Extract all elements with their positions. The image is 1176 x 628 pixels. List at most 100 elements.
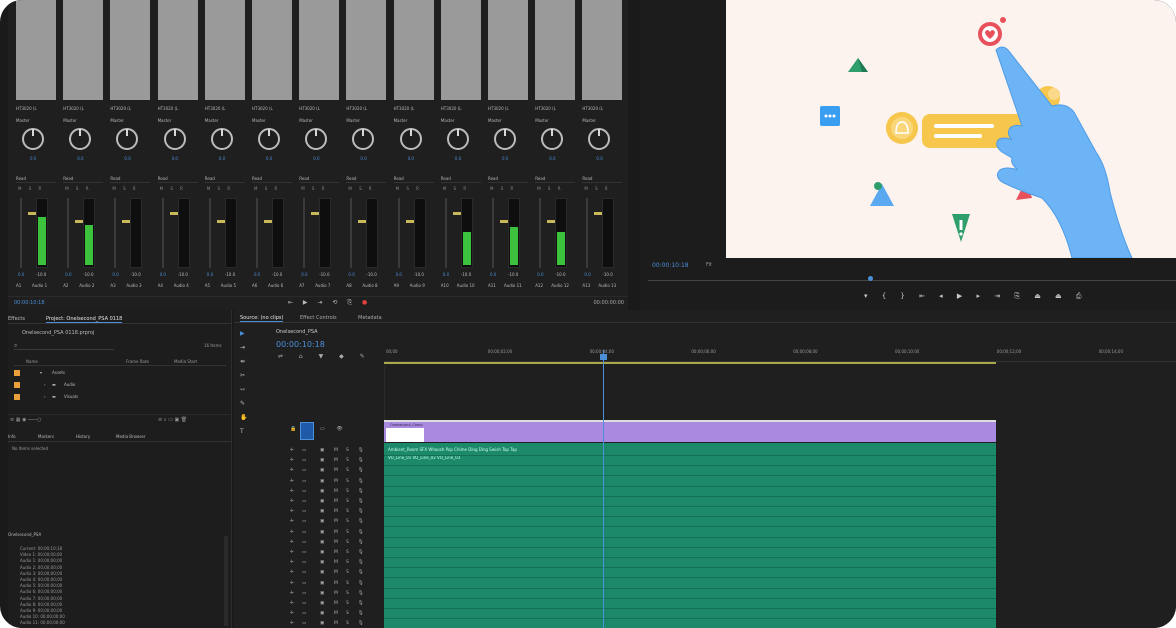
strip-input-select[interactable]: HT3020 (L [346, 106, 386, 112]
microphone-icon[interactable]: 🎙 [358, 519, 364, 524]
mute-button[interactable]: M [334, 601, 338, 606]
pan-value[interactable]: 0.0 [124, 156, 130, 161]
sync-lock-icon[interactable]: ▭ [302, 499, 306, 504]
new-item-icon[interactable]: ≡ ⌕ ▭ ▣ 🗑 [158, 417, 187, 423]
track-toggle-icon[interactable]: ▣ [320, 601, 324, 606]
strip-input-select[interactable]: HT3020 (L [535, 106, 575, 112]
automation-select[interactable]: Read [346, 176, 387, 183]
pan-knob[interactable] [305, 128, 328, 150]
volume-fader[interactable] [114, 198, 133, 268]
record-icon[interactable]: ● [362, 299, 371, 306]
microphone-icon[interactable]: 🎙 [358, 581, 364, 586]
lock-icon[interactable]: ✛ [290, 489, 294, 494]
sync-lock-icon[interactable]: ▭ [302, 530, 306, 535]
sync-lock-icon[interactable]: ▭ [302, 601, 306, 606]
pan-value[interactable]: 0.0 [596, 156, 602, 161]
timeline-timecode[interactable]: 00:00:10:18 [276, 340, 325, 349]
pan-value[interactable]: 0.0 [313, 156, 319, 161]
strip-output-select[interactable]: Master [63, 118, 103, 124]
lock-icon[interactable]: ✛ [290, 601, 294, 606]
col-frame-rate[interactable]: Frame Rate [126, 359, 149, 364]
volume-value[interactable]: 0.0 [396, 272, 402, 277]
audio-clips[interactable]: Ambient_Room SFX Whoosh Pop Chime Ding D… [384, 443, 996, 628]
chevron-down-icon[interactable]: ▾ [40, 370, 42, 375]
mixer-transport-controls[interactable]: ⇤ ▶ ⇥ ⟲ ⎘ ● [288, 299, 371, 307]
automation-select[interactable]: Read [16, 176, 56, 183]
track-toggle-icon[interactable]: ▣ [320, 489, 324, 494]
lock-icon[interactable]: ✛ [290, 458, 294, 463]
volume-value[interactable]: 0.0 [65, 272, 71, 277]
pan-value[interactable]: 0.0 [77, 156, 83, 161]
strip-input-select[interactable]: HT3020 (L [63, 106, 103, 112]
mute-solo-record-buttons[interactable]: M S R [254, 186, 290, 194]
fit-dropdown[interactable]: Fit [706, 262, 712, 268]
lock-icon[interactable]: ✛ [290, 621, 294, 626]
tab-source[interactable]: Source: (no clips) [240, 315, 284, 322]
microphone-icon[interactable]: 🎙 [358, 560, 364, 565]
solo-button[interactable]: S [346, 489, 349, 494]
chevron-right-icon[interactable]: › [44, 394, 46, 399]
automation-select[interactable]: Read [299, 176, 340, 183]
lock-icon[interactable]: ✛ [290, 468, 294, 473]
lock-icon[interactable]: ✛ [290, 519, 294, 524]
mute-solo-record-buttons[interactable]: M S R [537, 186, 573, 194]
list-item[interactable]: › ▬ Audio [14, 380, 226, 391]
lock-icon[interactable]: ✛ [290, 591, 294, 596]
mute-solo-record-buttons[interactable]: M S R [112, 186, 148, 194]
col-name[interactable]: Name [26, 359, 38, 364]
sync-lock-icon[interactable]: ▭ [302, 519, 306, 524]
strip-output-select[interactable]: Master [158, 118, 198, 124]
volume-fader[interactable] [67, 198, 86, 268]
sync-lock-icon[interactable]: ▭ [302, 489, 306, 494]
track-toggle-icon[interactable]: ▣ [320, 591, 324, 596]
track-toggle-icon[interactable]: ▣ [320, 499, 324, 504]
pan-value[interactable]: 0.0 [30, 156, 36, 161]
track-select-tool-icon[interactable]: ⇥ [240, 344, 245, 351]
pan-value[interactable]: 0.0 [408, 156, 414, 161]
pan-value[interactable]: 0.0 [219, 156, 225, 161]
sync-lock-icon[interactable]: ▭ [302, 458, 306, 463]
solo-button[interactable]: S [346, 479, 349, 484]
list-item[interactable]: › ▬ Visuals [14, 392, 226, 403]
track-toggle-icon[interactable]: ▣ [320, 611, 324, 616]
hand-tool-icon[interactable]: ✋ [240, 414, 247, 421]
strip-output-select[interactable]: Master [488, 118, 528, 124]
mute-button[interactable]: M [334, 560, 338, 565]
time-ruler[interactable]: 00;00 00;00;02;00 00;00;04;00 00;00;06;00 00… [384, 346, 1176, 362]
pan-value[interactable]: 0.0 [502, 156, 508, 161]
sync-lock-icon[interactable]: ▭ [302, 479, 306, 484]
mute-solo-record-buttons[interactable]: M S R [160, 186, 196, 194]
strip-input-select[interactable]: HT3020 (L [158, 106, 198, 112]
automation-select[interactable]: Read [110, 176, 151, 183]
sync-lock-icon[interactable]: ▭ [302, 550, 306, 555]
track-toggle-icon[interactable]: ▣ [320, 519, 324, 524]
strip-input-select[interactable]: HT3020 (L [488, 106, 528, 112]
microphone-icon[interactable]: 🎙 [358, 621, 364, 626]
mute-button[interactable]: M [334, 591, 338, 596]
track-toggle-icon[interactable]: ▣ [320, 448, 324, 453]
mute-solo-record-buttons[interactable]: M S R [207, 186, 243, 194]
type-tool-icon[interactable]: T [240, 428, 244, 435]
microphone-icon[interactable]: 🎙 [358, 570, 364, 575]
sync-lock-icon[interactable]: ▭ [302, 570, 306, 575]
pan-value[interactable]: 0.0 [172, 156, 178, 161]
volume-fader[interactable] [161, 198, 180, 268]
solo-button[interactable]: S [346, 581, 349, 586]
program-playhead[interactable] [868, 276, 873, 281]
sync-lock-icon[interactable]: ▭ [302, 581, 306, 586]
sync-lock-icon[interactable]: ▭ [302, 560, 306, 565]
tab-markers[interactable]: Markers [38, 434, 54, 439]
tab-effect-controls[interactable]: Effect Controls [300, 315, 337, 321]
tab-media-browser[interactable]: Media Browser [116, 434, 146, 439]
volume-fader[interactable] [350, 198, 369, 268]
volume-value[interactable]: 0.0 [160, 272, 166, 277]
mute-solo-record-buttons[interactable]: M S R [18, 186, 54, 194]
volume-value[interactable]: 0.0 [584, 272, 590, 277]
solo-button[interactable]: S [346, 540, 349, 545]
sequence-tab[interactable]: Onelsecond_PSA [276, 329, 318, 335]
microphone-icon[interactable]: 🎙 [358, 489, 364, 494]
strip-input-select[interactable]: HT3020 (L [16, 106, 56, 112]
volume-value[interactable]: 0.0 [537, 272, 543, 277]
tab-history[interactable]: History [76, 434, 90, 439]
program-preview[interactable] [726, 0, 1176, 258]
